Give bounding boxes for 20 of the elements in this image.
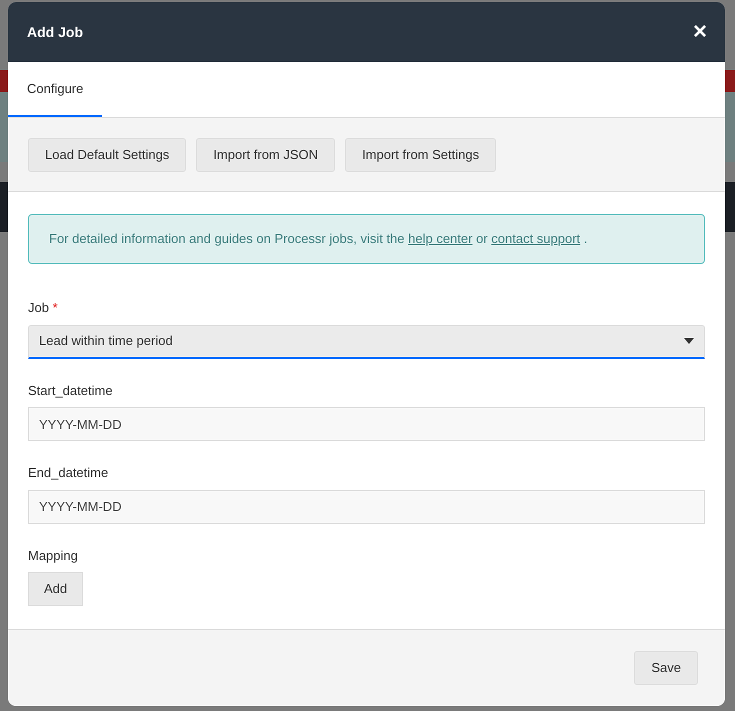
date-input-field[interactable]: YYYY-MM-DD bbox=[28, 490, 705, 524]
date-input-field[interactable]: YYYY-MM-DD bbox=[28, 407, 705, 441]
caret-icon bbox=[684, 338, 694, 344]
select-value: Lead within time period bbox=[39, 332, 173, 350]
job-select[interactable]: Lead within time period bbox=[28, 324, 705, 358]
field-label: End_datetime bbox=[28, 464, 110, 482]
toolbar-button[interactable]: Import from JSON bbox=[196, 138, 336, 172]
help-center-link[interactable]: help center bbox=[408, 231, 472, 246]
add-button[interactable]: Add bbox=[28, 572, 84, 606]
toolbar-button[interactable]: Load Default Settings bbox=[28, 138, 186, 172]
required-mark: * bbox=[52, 300, 58, 315]
field-label: Mapping bbox=[28, 546, 79, 565]
info-text: For detailed information and guides on Processr jobs, visit the help center or contact support . bbox=[49, 230, 588, 248]
contact-support-link[interactable]: contact support bbox=[491, 231, 580, 246]
dialog-title: Add Job bbox=[27, 22, 83, 42]
save-button[interactable]: Save bbox=[634, 651, 698, 685]
field-label: Start_datetime bbox=[28, 382, 114, 400]
toolbar-button[interactable]: Import from Settings bbox=[345, 138, 496, 172]
close-button[interactable]: × bbox=[692, 20, 707, 44]
field-label: Job * bbox=[28, 299, 59, 317]
